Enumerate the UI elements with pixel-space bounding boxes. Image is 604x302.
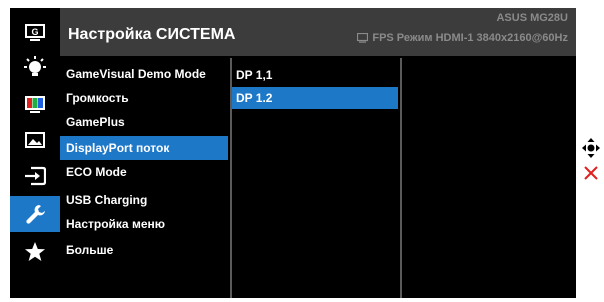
system-setup-icon	[26, 205, 45, 224]
menu-item-label: Настройка меню	[66, 217, 165, 231]
navigation-hints	[582, 138, 600, 184]
submenu-item-label: DP 1.2	[236, 91, 273, 105]
menu-item-label: Громкость	[66, 91, 129, 105]
menu-item-label: ECO Mode	[66, 165, 127, 179]
header-bar: Настройка СИСТЕМА ASUS MG28U FPS Режим H…	[60, 8, 576, 56]
submenu: DP 1,1 DP 1.2	[232, 56, 398, 298]
menu-item-volume[interactable]: Громкость	[60, 86, 228, 110]
sidebar-item-system-setup[interactable]	[10, 196, 60, 232]
sidebar-item-bluelight[interactable]	[10, 50, 60, 86]
image-icon	[25, 132, 45, 148]
menu-item-label: USB Charging	[66, 193, 148, 207]
color-icon	[25, 96, 45, 113]
sidebar-item-color[interactable]	[10, 86, 60, 122]
menu-item-gamevisual-demo[interactable]: GameVisual Demo Mode	[60, 62, 228, 86]
column-divider	[400, 58, 402, 298]
submenu-item-label: DP 1,1	[236, 68, 273, 82]
status-info: FPS Режим HDMI-1 3840x2160@60Hz	[357, 32, 568, 44]
gamevisual-icon: G	[25, 24, 45, 41]
sidebar: G	[10, 8, 60, 298]
status-text: FPS Режим HDMI-1 3840x2160@60Hz	[372, 32, 568, 44]
sidebar-item-input-select[interactable]	[10, 158, 60, 194]
favorite-star-icon	[25, 242, 45, 261]
bluelight-icon	[24, 56, 46, 76]
submenu-item-dp11[interactable]: DP 1,1	[232, 64, 398, 86]
monitor-icon	[357, 33, 369, 43]
sidebar-item-image[interactable]	[10, 122, 60, 158]
main-menu: GameVisual Demo Mode Громкость GamePlus …	[60, 56, 228, 298]
menu-item-osd-setup[interactable]: Настройка меню	[60, 212, 228, 236]
input-select-icon	[25, 166, 46, 186]
five-way-joystick-icon[interactable]	[582, 138, 600, 158]
menu-item-label: DisplayPort поток	[66, 141, 170, 155]
page-title: Настройка СИСТЕМА	[68, 26, 236, 43]
submenu-item-dp12[interactable]: DP 1.2	[232, 87, 398, 109]
menu-item-label: GameVisual Demo Mode	[66, 67, 206, 81]
menu-item-eco-mode[interactable]: ECO Mode	[60, 160, 228, 184]
menu-item-more[interactable]: Больше	[60, 238, 228, 262]
osd-window: G Настройка СИСТЕМА ASUS MG28U FPS Режим…	[10, 8, 576, 298]
sidebar-item-gamevisual[interactable]: G	[10, 14, 60, 50]
menu-item-label: Больше	[66, 243, 114, 257]
sidebar-item-favorite[interactable]	[10, 234, 60, 270]
svg-text:G: G	[31, 27, 38, 37]
menu-item-displayport-stream[interactable]: DisplayPort поток	[60, 136, 228, 160]
menu-item-gameplus[interactable]: GamePlus	[60, 110, 228, 134]
close-icon[interactable]	[584, 166, 598, 180]
model-name: ASUS MG28U	[496, 12, 568, 24]
menu-item-label: GamePlus	[66, 115, 125, 129]
menu-item-usb-charging[interactable]: USB Charging	[60, 188, 228, 212]
